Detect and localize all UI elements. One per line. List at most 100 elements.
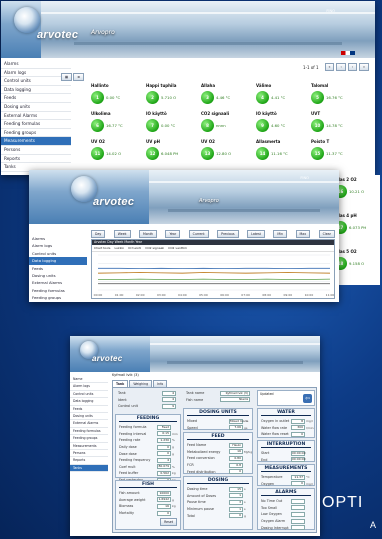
sidebar-item[interactable]: Dosing units <box>1 103 71 112</box>
field-input[interactable]: 8 <box>291 418 305 424</box>
header-user-2[interactable]: FINO <box>300 176 309 180</box>
measurement-card[interactable]: Poisto T 15 11.37 °C <box>311 139 359 171</box>
measurement-card[interactable]: Allas 4 pH 17 6.073 PH <box>334 213 382 245</box>
range-button[interactable]: Month <box>138 230 157 238</box>
field-input[interactable] <box>291 525 305 531</box>
field-input[interactable]: 0 <box>291 481 305 487</box>
measurement-card[interactable]: Allasmerta 14 11.16 °C <box>256 139 304 171</box>
field-input[interactable]: 0 <box>229 469 243 475</box>
sidebar-item[interactable]: Data logging <box>1 86 71 95</box>
range-button[interactable]: Min <box>273 230 288 238</box>
field-input[interactable]: 10000 <box>157 490 171 496</box>
measurement-card[interactable]: Allas 5 O2 18 9.158 O <box>334 249 382 281</box>
field-input[interactable]: 0 <box>291 431 305 437</box>
field-input[interactable]: 1.6942 <box>157 497 171 503</box>
sidebar-item[interactable]: External Alarms <box>29 279 87 286</box>
field-input[interactable]: 3 <box>229 499 243 505</box>
sidebar-item[interactable]: Data logging <box>70 398 108 406</box>
field-input[interactable]: Hauki <box>229 442 243 448</box>
chart-tab[interactable]: CO2 venttiili <box>168 246 187 250</box>
measurement-card[interactable]: UV O2 13 12.80 O <box>201 139 249 171</box>
sidebar-item[interactable]: Dosing units <box>29 272 87 279</box>
tank-name-field[interactable]: Kyfmail Ivik (3) <box>220 390 250 396</box>
field-input[interactable]: 16 <box>229 449 243 455</box>
range-button[interactable]: Year <box>165 230 181 238</box>
field-input[interactable]: 00:00:00 <box>291 457 305 463</box>
field-input[interactable]: 15 <box>229 486 243 492</box>
sidebar-item[interactable]: Alarm logs <box>70 383 108 391</box>
field-input[interactable]: 0.562 <box>157 470 171 476</box>
field-input[interactable]: 1 <box>229 493 243 499</box>
sidebar-item[interactable]: Feeding groups <box>1 129 71 138</box>
sidebar-item[interactable]: Dosing units <box>70 413 108 421</box>
tank-field-value[interactable]: 9 <box>162 403 176 409</box>
field-input[interactable]: 1 <box>229 506 243 512</box>
field-input[interactable]: 0 <box>157 444 171 450</box>
refresh-icon[interactable]: ⇦ <box>303 394 312 403</box>
first-page-icon[interactable]: « <box>324 63 335 71</box>
field-input[interactable]: 0 <box>157 451 171 457</box>
field-input[interactable] <box>291 498 305 504</box>
field-input[interactable]: 0:15 <box>157 431 171 437</box>
sidebar-item[interactable]: Measurements <box>1 137 71 146</box>
field-input[interactable]: 00:00:00 <box>291 450 305 456</box>
sidebar-item[interactable]: Control units <box>70 391 108 399</box>
fish-name-field[interactable]: Nieriä <box>220 397 250 403</box>
next-page-icon[interactable]: › <box>347 63 358 71</box>
chart-tab[interactable]: IO tuonti <box>128 246 141 250</box>
tank-field-value[interactable]: 4 <box>162 397 176 403</box>
sidebar-item[interactable]: Alarm logs <box>29 242 87 249</box>
grid-view-icon[interactable]: ▦ <box>61 73 73 81</box>
measurement-card[interactable]: Allas 2 O2 16 10.21 O <box>334 177 382 209</box>
field-input[interactable] <box>291 505 305 511</box>
sidebar-item[interactable]: Feeds <box>70 406 108 413</box>
sidebar-item[interactable]: Persons <box>70 450 108 458</box>
sidebar-item[interactable]: External Alarms <box>70 420 108 428</box>
measurement-card[interactable]: UV O2 11 14.02 O <box>91 139 139 171</box>
field-input[interactable]: Feed <box>157 424 171 430</box>
sidebar-item[interactable]: Persons <box>1 146 71 155</box>
line-chart[interactable]: 00:00 01:00 02:00 03:00 04:00 05:00 06:00 07:00… <box>92 252 334 298</box>
sidebar-item[interactable]: Feeds <box>29 265 87 272</box>
field-input[interactable] <box>291 511 305 517</box>
field-input[interactable]: 11.37 <box>291 474 305 480</box>
range-button[interactable]: Clear <box>318 230 335 238</box>
field-input[interactable]: 16 <box>157 503 171 509</box>
sidebar-item[interactable]: Reports <box>70 457 108 465</box>
range-button[interactable]: Week <box>113 230 131 238</box>
field-input[interactable]: 1.230 <box>157 437 171 443</box>
chart-tab[interactable]: Chart tools <box>94 246 110 250</box>
language-flags-icon[interactable] <box>341 51 355 55</box>
chart-tab[interactable]: CO2 signaali <box>145 246 164 250</box>
range-button[interactable]: Day <box>91 230 106 238</box>
field-input[interactable]: Mixed mode <box>229 418 248 424</box>
field-input[interactable]: 7.06 <box>229 425 243 431</box>
range-button[interactable]: Max <box>295 230 311 238</box>
sidebar-item[interactable]: Tanks <box>70 464 108 473</box>
header-user[interactable]: FINO <box>326 9 335 13</box>
prev-page-icon[interactable]: ‹ <box>336 63 346 71</box>
sidebar-item[interactable]: Feeds <box>1 94 71 103</box>
field-input[interactable]: 4 <box>157 457 171 463</box>
sidebar-item[interactable]: Name <box>70 376 108 384</box>
measurement-card[interactable]: UV pH 12 6.048 PH <box>146 139 194 171</box>
field-input[interactable] <box>291 518 305 524</box>
range-button[interactable]: Previous <box>217 230 239 238</box>
field-input[interactable]: 0 <box>229 513 243 519</box>
range-button[interactable]: Latest <box>247 230 265 238</box>
field-input[interactable]: 0.8 <box>229 462 243 468</box>
sidebar-item[interactable]: External Alarms <box>1 112 71 121</box>
sidebar-item[interactable]: Feeding formulas <box>70 428 108 436</box>
sidebar-item[interactable]: Control units <box>29 250 87 257</box>
tank-field-value[interactable]: 4 <box>162 390 176 396</box>
sidebar-item[interactable]: Alarms <box>29 235 87 242</box>
field-input[interactable]: 0.80 <box>229 455 243 461</box>
field-input[interactable]: 300 <box>291 425 305 431</box>
sidebar-item[interactable]: Measurements <box>70 443 108 450</box>
last-page-icon[interactable]: » <box>359 63 369 71</box>
reset-button[interactable]: Reset <box>160 518 177 526</box>
sidebar-item[interactable]: Feeding formulas <box>1 120 71 129</box>
field-input[interactable]: 80.079 <box>157 464 171 470</box>
list-view-icon[interactable]: ≣ <box>73 73 84 81</box>
sidebar-item[interactable]: Feeding formulas <box>29 287 87 294</box>
